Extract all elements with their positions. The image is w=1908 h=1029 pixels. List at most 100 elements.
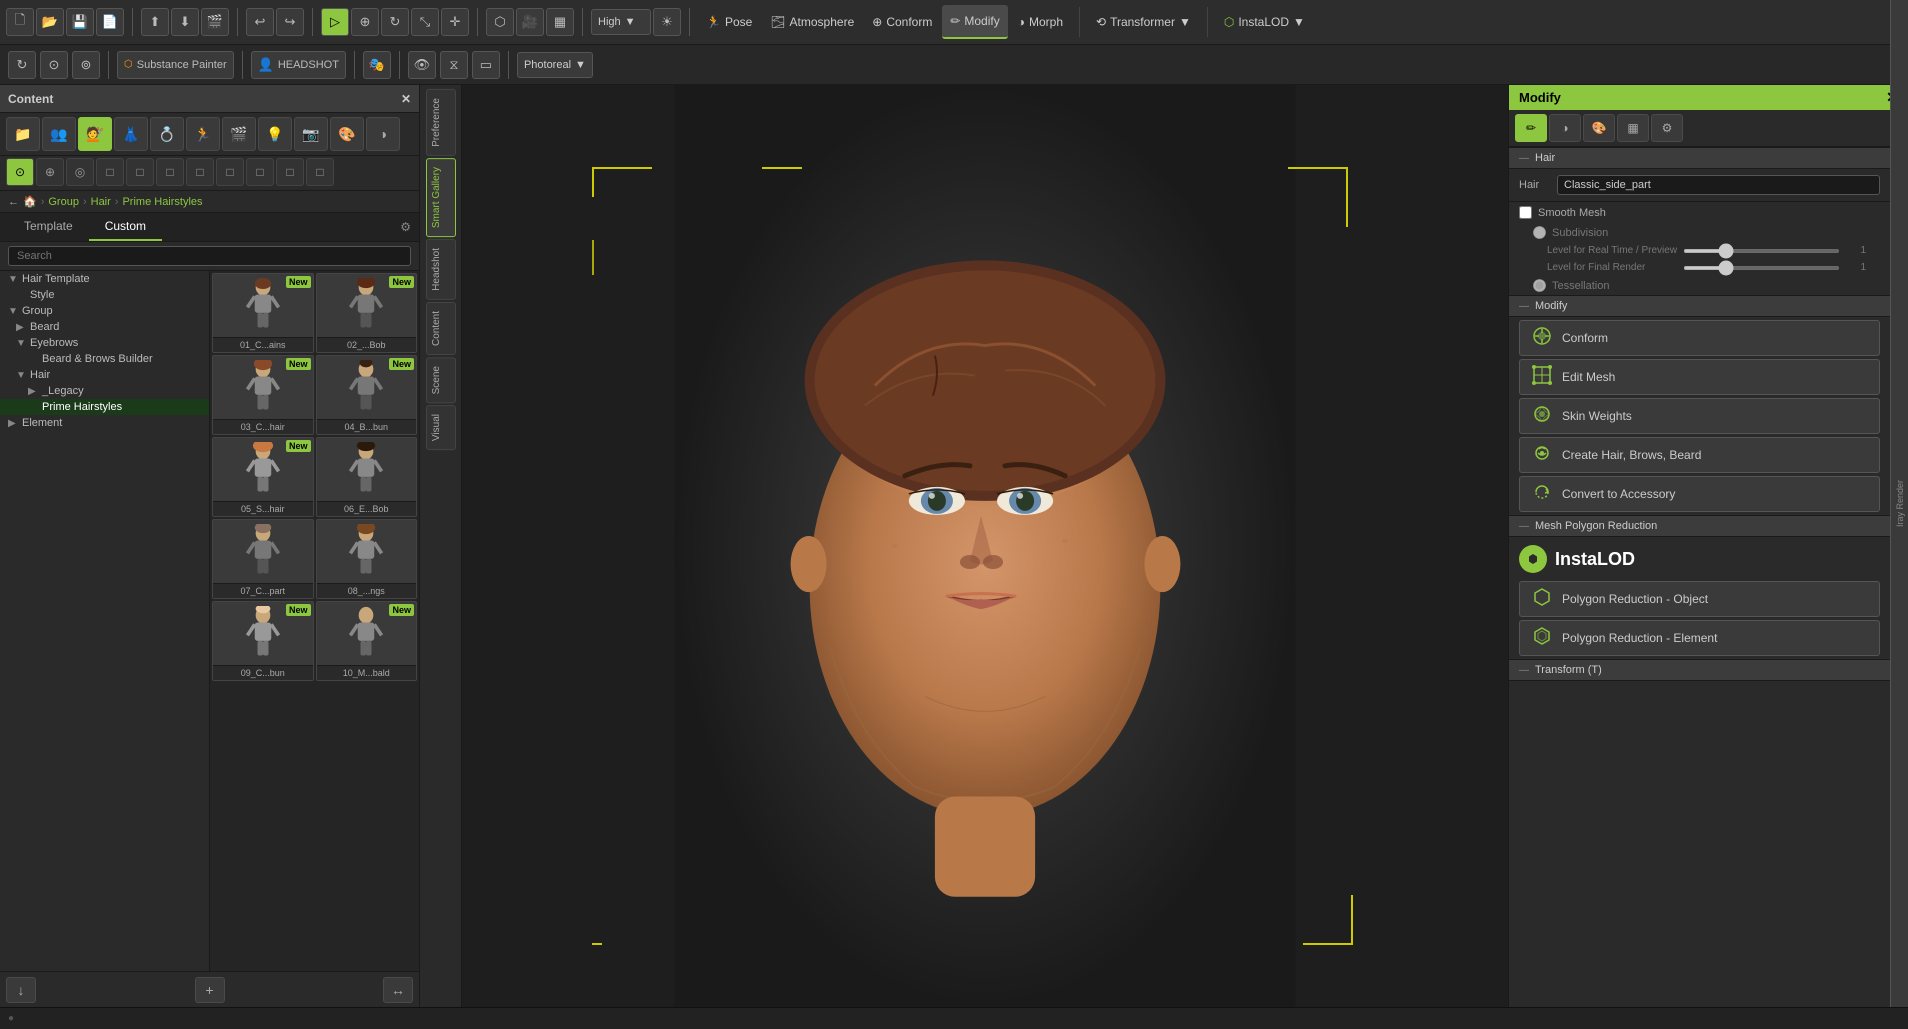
right-tab-materials[interactable]: 🎨	[1583, 114, 1615, 142]
content-tab[interactable]: Content	[426, 302, 456, 355]
icon-tab-cameras[interactable]: 📷	[294, 117, 328, 151]
open-btn[interactable]: 📂	[36, 8, 64, 36]
bc-hair[interactable]: Hair	[91, 196, 111, 208]
poly-reduce-object-btn[interactable]: Polygon Reduction - Object	[1519, 581, 1880, 617]
mesh-poly-collapse[interactable]: —	[1519, 521, 1529, 532]
grid-btn[interactable]: ▦	[546, 8, 574, 36]
visual-tab[interactable]: Visual	[426, 405, 456, 450]
tree-beard[interactable]: ▶ Beard	[0, 319, 209, 335]
thumb-02[interactable]: New 02_...Bob	[316, 273, 418, 353]
puppet-btn[interactable]: 🎭	[363, 51, 391, 79]
substance-painter-btn[interactable]: ⬡ Substance Painter	[117, 51, 234, 79]
tree-beard-brows[interactable]: Beard & Brows Builder	[0, 351, 209, 367]
small-tab-2[interactable]: ⊕	[36, 158, 64, 186]
bc-group[interactable]: Group	[48, 196, 79, 208]
conform-menu-btn[interactable]: ⊕ Conform	[864, 5, 940, 39]
hair-value-input[interactable]	[1557, 175, 1880, 195]
headshot-tab[interactable]: Headshot	[426, 239, 456, 300]
move-btn[interactable]: ⊕	[351, 8, 379, 36]
add-content-btn[interactable]: +	[195, 977, 225, 1003]
universal-btn[interactable]: ✛	[441, 8, 469, 36]
small-tab-4[interactable]: □	[96, 158, 124, 186]
icon-tab-folder[interactable]: 📁	[6, 117, 40, 151]
redo-btn[interactable]: ↪	[276, 8, 304, 36]
tree-hair[interactable]: ▼ Hair	[0, 367, 209, 383]
icon-tab-accessories[interactable]: 💍	[150, 117, 184, 151]
thumb-07[interactable]: 07_C...part	[212, 519, 314, 599]
convert-accessory-btn[interactable]: Convert to Accessory	[1519, 476, 1880, 512]
tessellation-radio[interactable]	[1533, 279, 1546, 292]
thumb-04[interactable]: New 04_B...bun	[316, 355, 418, 435]
viewport[interactable]	[462, 85, 1508, 1007]
right-tab-shaping[interactable]: ◑	[1549, 114, 1581, 142]
bc-prime[interactable]: Prime Hairstyles	[122, 196, 202, 208]
skin-weights-btn[interactable]: Skin Weights	[1519, 398, 1880, 434]
right-tab-modify[interactable]: ✏	[1515, 114, 1547, 142]
select-btn[interactable]: ▷	[321, 8, 349, 36]
eye-btn[interactable]: 👁	[408, 51, 436, 79]
subdivision-radio[interactable]	[1533, 226, 1546, 239]
tree-group[interactable]: ▼ Group	[0, 303, 209, 319]
hair-collapse[interactable]: —	[1519, 153, 1529, 164]
undo-btn[interactable]: ↩	[246, 8, 274, 36]
icon-tab-hair[interactable]: 💇	[78, 117, 112, 151]
right-tab-render[interactable]: ▦	[1617, 114, 1649, 142]
morph-menu-btn[interactable]: ◑ Morph	[1010, 5, 1071, 39]
rotate-view-btn[interactable]: ↻	[8, 51, 36, 79]
quality-dropdown[interactable]: High ▼	[591, 9, 651, 35]
home-icon[interactable]: 🏠	[23, 195, 37, 208]
scene-tab[interactable]: Scene	[426, 357, 456, 403]
scale-btn[interactable]: ⤡	[411, 8, 439, 36]
tree-prime-hairstyles[interactable]: Prime Hairstyles	[0, 399, 209, 415]
transform-collapse[interactable]: —	[1519, 665, 1529, 676]
small-tab-11[interactable]: □	[306, 158, 334, 186]
close-btn[interactable]: ✕	[401, 92, 411, 106]
thumb-09[interactable]: New 09_C...bun	[212, 601, 314, 681]
camera-btn[interactable]: 🎥	[516, 8, 544, 36]
small-tab-10[interactable]: □	[276, 158, 304, 186]
small-tab-6[interactable]: □	[156, 158, 184, 186]
photoreal-dropdown[interactable]: Photoreal ▼	[517, 52, 593, 78]
thumb-10[interactable]: New 10_M...bald	[316, 601, 418, 681]
small-tab-5[interactable]: □	[126, 158, 154, 186]
filter-btn[interactable]: ⧖	[440, 51, 468, 79]
thumb-03[interactable]: New 03_C...hair	[212, 355, 314, 435]
collapse-btn[interactable]: ↔	[383, 977, 413, 1003]
small-tab-3[interactable]: ◎	[66, 158, 94, 186]
pref-tab[interactable]: Preference	[426, 89, 456, 156]
icon-tab-poses[interactable]: 🏃	[186, 117, 220, 151]
headshot-btn[interactable]: 👤 HEADSHOT	[251, 51, 346, 79]
final-slider[interactable]	[1683, 266, 1840, 270]
tab-custom[interactable]: Custom	[89, 213, 162, 241]
perspective-btn[interactable]: ⬡	[486, 8, 514, 36]
thumb-06[interactable]: 06_E...Bob	[316, 437, 418, 517]
thumb-01[interactable]: New 01_C...ains	[212, 273, 314, 353]
transformer-menu-btn[interactable]: ⟲ Transformer ▼	[1088, 5, 1199, 39]
instalod-menu-btn[interactable]: ⬡ InstaLOD ▼	[1216, 5, 1313, 39]
icon-tab-clothing[interactable]: 👗	[114, 117, 148, 151]
small-tab-9[interactable]: □	[246, 158, 274, 186]
save-as-btn[interactable]: 📄	[96, 8, 124, 36]
smart-gallery-tab[interactable]: Smart Gallery	[426, 158, 456, 237]
edit-mesh-btn[interactable]: Edit Mesh	[1519, 359, 1880, 395]
export-btn[interactable]: ⬇	[171, 8, 199, 36]
small-tab-8[interactable]: □	[216, 158, 244, 186]
right-tab-settings[interactable]: ⚙	[1651, 114, 1683, 142]
search-input[interactable]	[8, 246, 411, 266]
back-btn[interactable]: ←	[8, 196, 19, 208]
small-tab-7[interactable]: □	[186, 158, 214, 186]
pose-menu-btn[interactable]: 🏃 Pose	[698, 5, 760, 39]
render-btn[interactable]: 🎬	[201, 8, 229, 36]
tab-template[interactable]: Template	[8, 213, 89, 241]
tree-style[interactable]: Style	[0, 287, 209, 303]
thumb-05[interactable]: New 05_S...hair	[212, 437, 314, 517]
icon-tab-materials[interactable]: 🎨	[330, 117, 364, 151]
import-btn[interactable]: ⬆	[141, 8, 169, 36]
tree-legacy[interactable]: ▶ _Legacy	[0, 383, 209, 399]
modify-collapse[interactable]: —	[1519, 301, 1529, 312]
icon-tab-scenes[interactable]: 🎬	[222, 117, 256, 151]
icon-tab-morphs[interactable]: ◑	[366, 117, 400, 151]
save-btn[interactable]: 💾	[66, 8, 94, 36]
rotate-btn[interactable]: ↻	[381, 8, 409, 36]
rect-select-btn[interactable]: ▭	[472, 51, 500, 79]
